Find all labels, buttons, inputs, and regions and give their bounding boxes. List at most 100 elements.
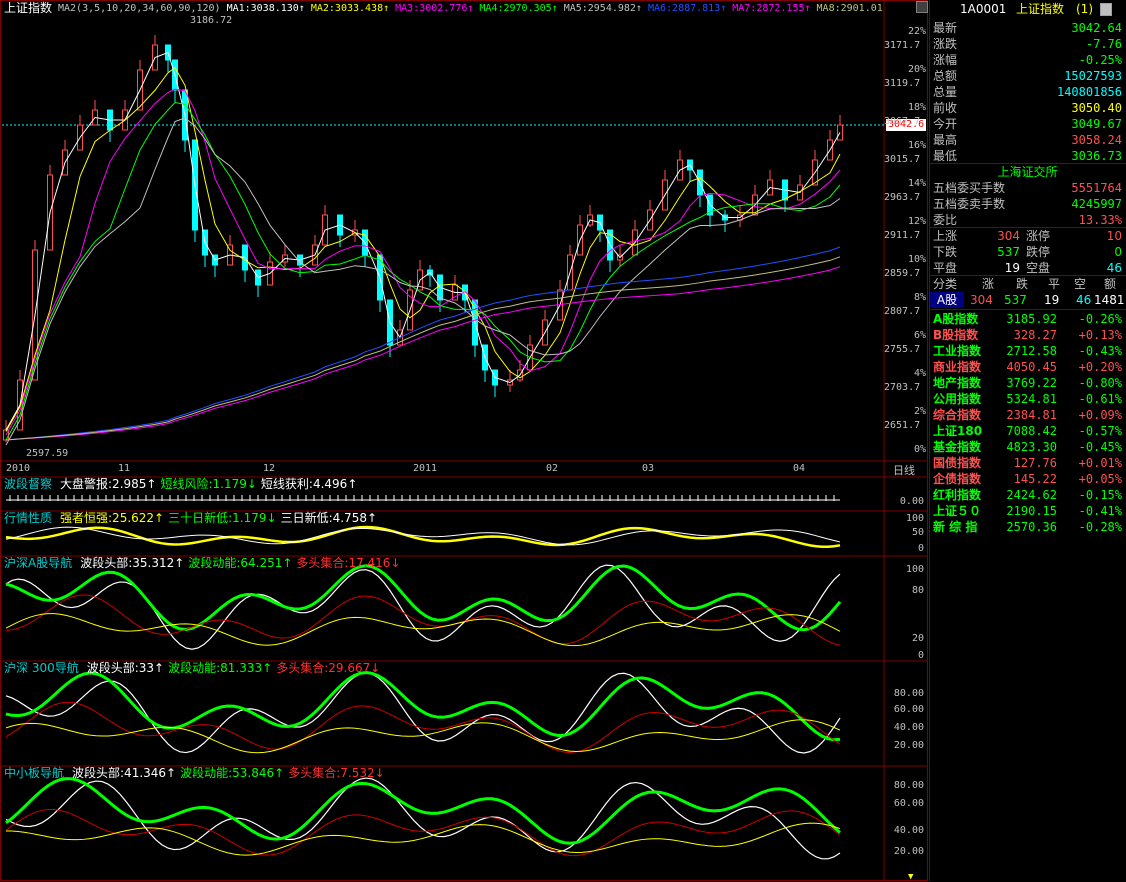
scroll-up-button[interactable]	[916, 1, 928, 13]
indicator-axis-label: 100	[905, 564, 924, 575]
indicator-value: 多头集合:29.667↓	[276, 661, 381, 675]
index-row[interactable]: 上证180 7088.42 -0.57%	[930, 423, 1125, 439]
quote-value: 3058.24	[1071, 133, 1122, 147]
pct-axis-label: 0%	[913, 444, 926, 455]
stock-suffix: (1)	[1076, 2, 1093, 16]
ma-legend: MA2(3,5,10,20,34,60,90,120) MA1:3038.130↑…	[58, 2, 889, 16]
price-axis-label: 3119.7	[884, 78, 921, 89]
a-share-up: 304	[970, 293, 993, 307]
indicator-value: 多头集合:7.532↓	[288, 766, 385, 780]
quote-row: 今开 3049.67	[930, 116, 1125, 132]
chart-canvas[interactable]	[0, 0, 928, 881]
indicator-line	[5, 525, 841, 548]
quote-value: 3049.67	[1071, 117, 1122, 131]
index-row[interactable]: 上证５０ 2190.15 -0.41%	[930, 503, 1125, 519]
index-name: 公用指数	[933, 392, 982, 406]
order-value: 13.33%	[1078, 213, 1122, 227]
breadth-label: 上涨	[933, 229, 958, 243]
breadth-value: 304	[997, 229, 1020, 243]
index-change: -0.28%	[1078, 520, 1122, 534]
index-row[interactable]: 地产指数 3769.22 -0.80%	[930, 375, 1125, 391]
date-axis-label: 12	[263, 463, 276, 474]
index-change: -0.57%	[1078, 424, 1122, 438]
indicator-value: 波段头部:41.346↑	[72, 766, 177, 780]
index-name: B股指数	[933, 328, 979, 342]
ma-line	[5, 51, 841, 431]
breadth-value: 19	[1004, 261, 1020, 275]
indicator-axis-label: 80.00	[893, 780, 924, 791]
period-label[interactable]: 日线	[893, 464, 915, 478]
quote-row: 最新 3042.64	[930, 20, 1125, 36]
breadth-value: 10	[1106, 229, 1122, 243]
ma-legend-item: MA5:2954.982↑	[563, 3, 642, 14]
index-row[interactable]: B股指数 328.27 +0.13%	[930, 327, 1125, 343]
ma-line	[5, 67, 841, 432]
indicator-title-row: 波段督察 大盘警报:2.985↑ 短线风险:1.179↓ 短线获利:4.496↑	[4, 477, 361, 491]
indicator-axis-label: 60.00	[893, 798, 924, 809]
quote-panel: 1A0001 上证指数 (1) 最新 3042.64 涨跌 -7.76 涨幅 -0.25%…	[929, 0, 1126, 881]
index-value: 3769.22	[1006, 376, 1057, 390]
price-axis-label: 2963.7	[884, 192, 921, 203]
index-name: 地产指数	[933, 376, 982, 390]
indicator-value: 多头集合:17.416↓	[296, 556, 401, 570]
order-value: 5551764	[1071, 181, 1122, 195]
index-row[interactable]: 国债指数 127.76 +0.01%	[930, 455, 1125, 471]
index-row[interactable]: 新 综 指 2570.36 -0.28%	[930, 519, 1125, 535]
quote-label: 今开	[933, 117, 958, 131]
order-label: 委比	[933, 213, 958, 227]
index-change: -0.45%	[1078, 440, 1122, 454]
breadth-label: 平盘	[933, 261, 958, 275]
indicator-axis-label: 40.00	[893, 722, 924, 733]
indicator-value: 短线风险:1.179↓	[160, 477, 257, 491]
date-axis-label: 02	[546, 463, 559, 474]
quote-label: 涨幅	[933, 53, 958, 67]
quote-row: 涨跌 -7.76	[930, 36, 1125, 52]
index-row[interactable]: 企债指数 145.22 +0.05%	[930, 471, 1125, 487]
quote-label: 前收	[933, 101, 958, 115]
price-axis-label: 2703.7	[884, 382, 921, 393]
ma-legend-item: MA6:2887.813↑	[647, 3, 727, 14]
pct-axis-label: 20%	[907, 64, 926, 75]
indicator-line	[5, 613, 841, 647]
a-share-row[interactable]: A股 304 537 19 46 1481	[930, 292, 1125, 308]
stock-name: 上证指数	[1016, 2, 1065, 16]
index-row[interactable]: 商业指数 4050.45 +0.20%	[930, 359, 1125, 375]
date-axis-label: 2011	[413, 463, 438, 474]
quote-value: -0.25%	[1078, 53, 1122, 67]
indicator-title-row: 行情性质 强者恒强:25.622↑ 三十日新低:1.179↓ 三日新低:4.758↑	[4, 511, 381, 525]
index-value: 328.27	[1013, 328, 1057, 342]
index-name: 新 综 指	[933, 520, 978, 534]
index-row[interactable]: 红利指数 2424.62 -0.15%	[930, 487, 1125, 503]
quote-label: 涨跌	[933, 37, 958, 51]
panel-toggle-button[interactable]	[1100, 3, 1112, 16]
index-value: 5324.81	[1006, 392, 1057, 406]
order-row: 委比 13.33%	[930, 212, 1125, 228]
index-row[interactable]: 综合指数 2384.81 +0.09%	[930, 407, 1125, 423]
indicator-value: 波段头部:33↑	[86, 661, 165, 675]
indicator-name: 中小板导航	[4, 766, 65, 780]
indicator-axis-label: 50	[911, 527, 924, 538]
quote-label: 总量	[933, 85, 958, 99]
indicator-axis-label: 20.00	[893, 846, 924, 857]
table-header-cell: 跌	[1016, 277, 1029, 291]
high-marker: 3186.72	[190, 15, 233, 26]
indicator-line	[5, 564, 841, 650]
index-value: 7088.42	[1006, 424, 1057, 438]
quote-value: 3036.73	[1071, 149, 1122, 163]
breadth-label: 下跌	[933, 245, 958, 259]
index-value: 2190.15	[1006, 504, 1057, 518]
indicator-name: 沪深A股导航	[4, 556, 73, 570]
index-row[interactable]: 工业指数 2712.58 -0.43%	[930, 343, 1125, 359]
ma-legend-item: MA2(3,5,10,20,34,60,90,120)	[58, 3, 221, 14]
pct-axis-label: 12%	[907, 216, 926, 227]
chart-area[interactable]: 上证指数 MA2(3,5,10,20,34,60,90,120) MA1:3038…	[0, 0, 928, 882]
ma-line	[5, 88, 841, 436]
index-value: 2384.81	[1006, 408, 1057, 422]
index-row[interactable]: A股指数 3185.92 -0.26%	[930, 311, 1125, 327]
index-row[interactable]: 公用指数 5324.81 -0.61%	[930, 391, 1125, 407]
breadth-row: 下跌 537 跌停 0	[930, 244, 1125, 260]
index-row[interactable]: 基金指数 4823.30 -0.45%	[930, 439, 1125, 455]
index-value: 2570.36	[1006, 520, 1057, 534]
date-axis-label: 04	[793, 463, 806, 474]
index-value: 2424.62	[1006, 488, 1057, 502]
